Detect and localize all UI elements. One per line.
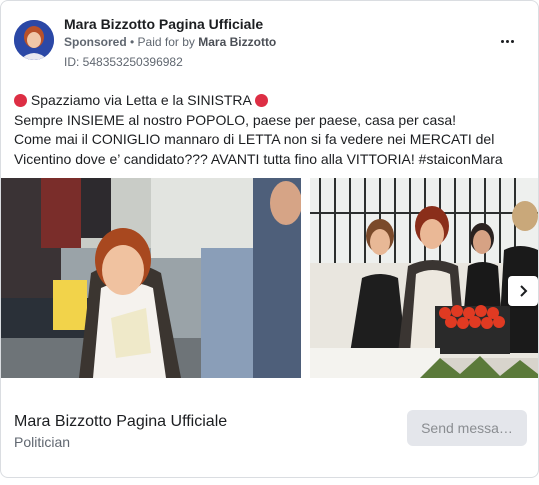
carousel-next-button[interactable] <box>508 276 538 306</box>
red-circle-emoji-icon <box>255 94 268 107</box>
ad-body-text: Spazziamo via Letta e la SINISTRA Sempre… <box>14 91 529 169</box>
carousel-slide-2[interactable] <box>310 178 538 378</box>
body-line-3: Come mai il CONIGLIO mannaro di LETTA no… <box>14 131 495 147</box>
ad-card: Mara Bizzotto Pagina Ufficiale Sponsored… <box>0 0 539 478</box>
send-message-button[interactable]: Send messa… <box>407 410 527 446</box>
more-options-icon[interactable] <box>494 31 520 51</box>
body-line-2: Sempre INSIEME al nostro POPOLO, paese p… <box>14 111 456 128</box>
sponsored-label: Sponsored <box>64 35 127 49</box>
avatar[interactable] <box>14 20 54 60</box>
footer-page-name[interactable]: Mara Bizzotto Pagina Ufficiale <box>14 413 227 431</box>
chevron-right-icon <box>520 285 528 297</box>
ad-header: Mara Bizzotto Pagina Ufficiale Sponsored… <box>1 1 538 81</box>
paid-for-prefix: • Paid for by <box>130 35 195 49</box>
sponsored-line: Sponsored • Paid for by Mara Bizzotto <box>64 35 276 49</box>
ad-id: ID: 548353250396982 <box>64 55 183 69</box>
paid-by-name: Mara Bizzotto <box>198 35 277 49</box>
footer-category: Politician <box>14 434 71 450</box>
red-circle-emoji-icon <box>14 94 27 107</box>
page-name-link[interactable]: Mara Bizzotto Pagina Ufficiale <box>64 16 263 32</box>
carousel-slide-1[interactable] <box>1 178 301 378</box>
body-line-1-text: Spazziamo via Letta e la SINISTRA <box>30 92 252 108</box>
body-line-1: Spazziamo via Letta e la SINISTRA <box>14 91 529 111</box>
image-carousel[interactable] <box>1 178 538 378</box>
body-line-4: Vicentino dove e’ candidato??? AVANTI tu… <box>14 150 503 167</box>
